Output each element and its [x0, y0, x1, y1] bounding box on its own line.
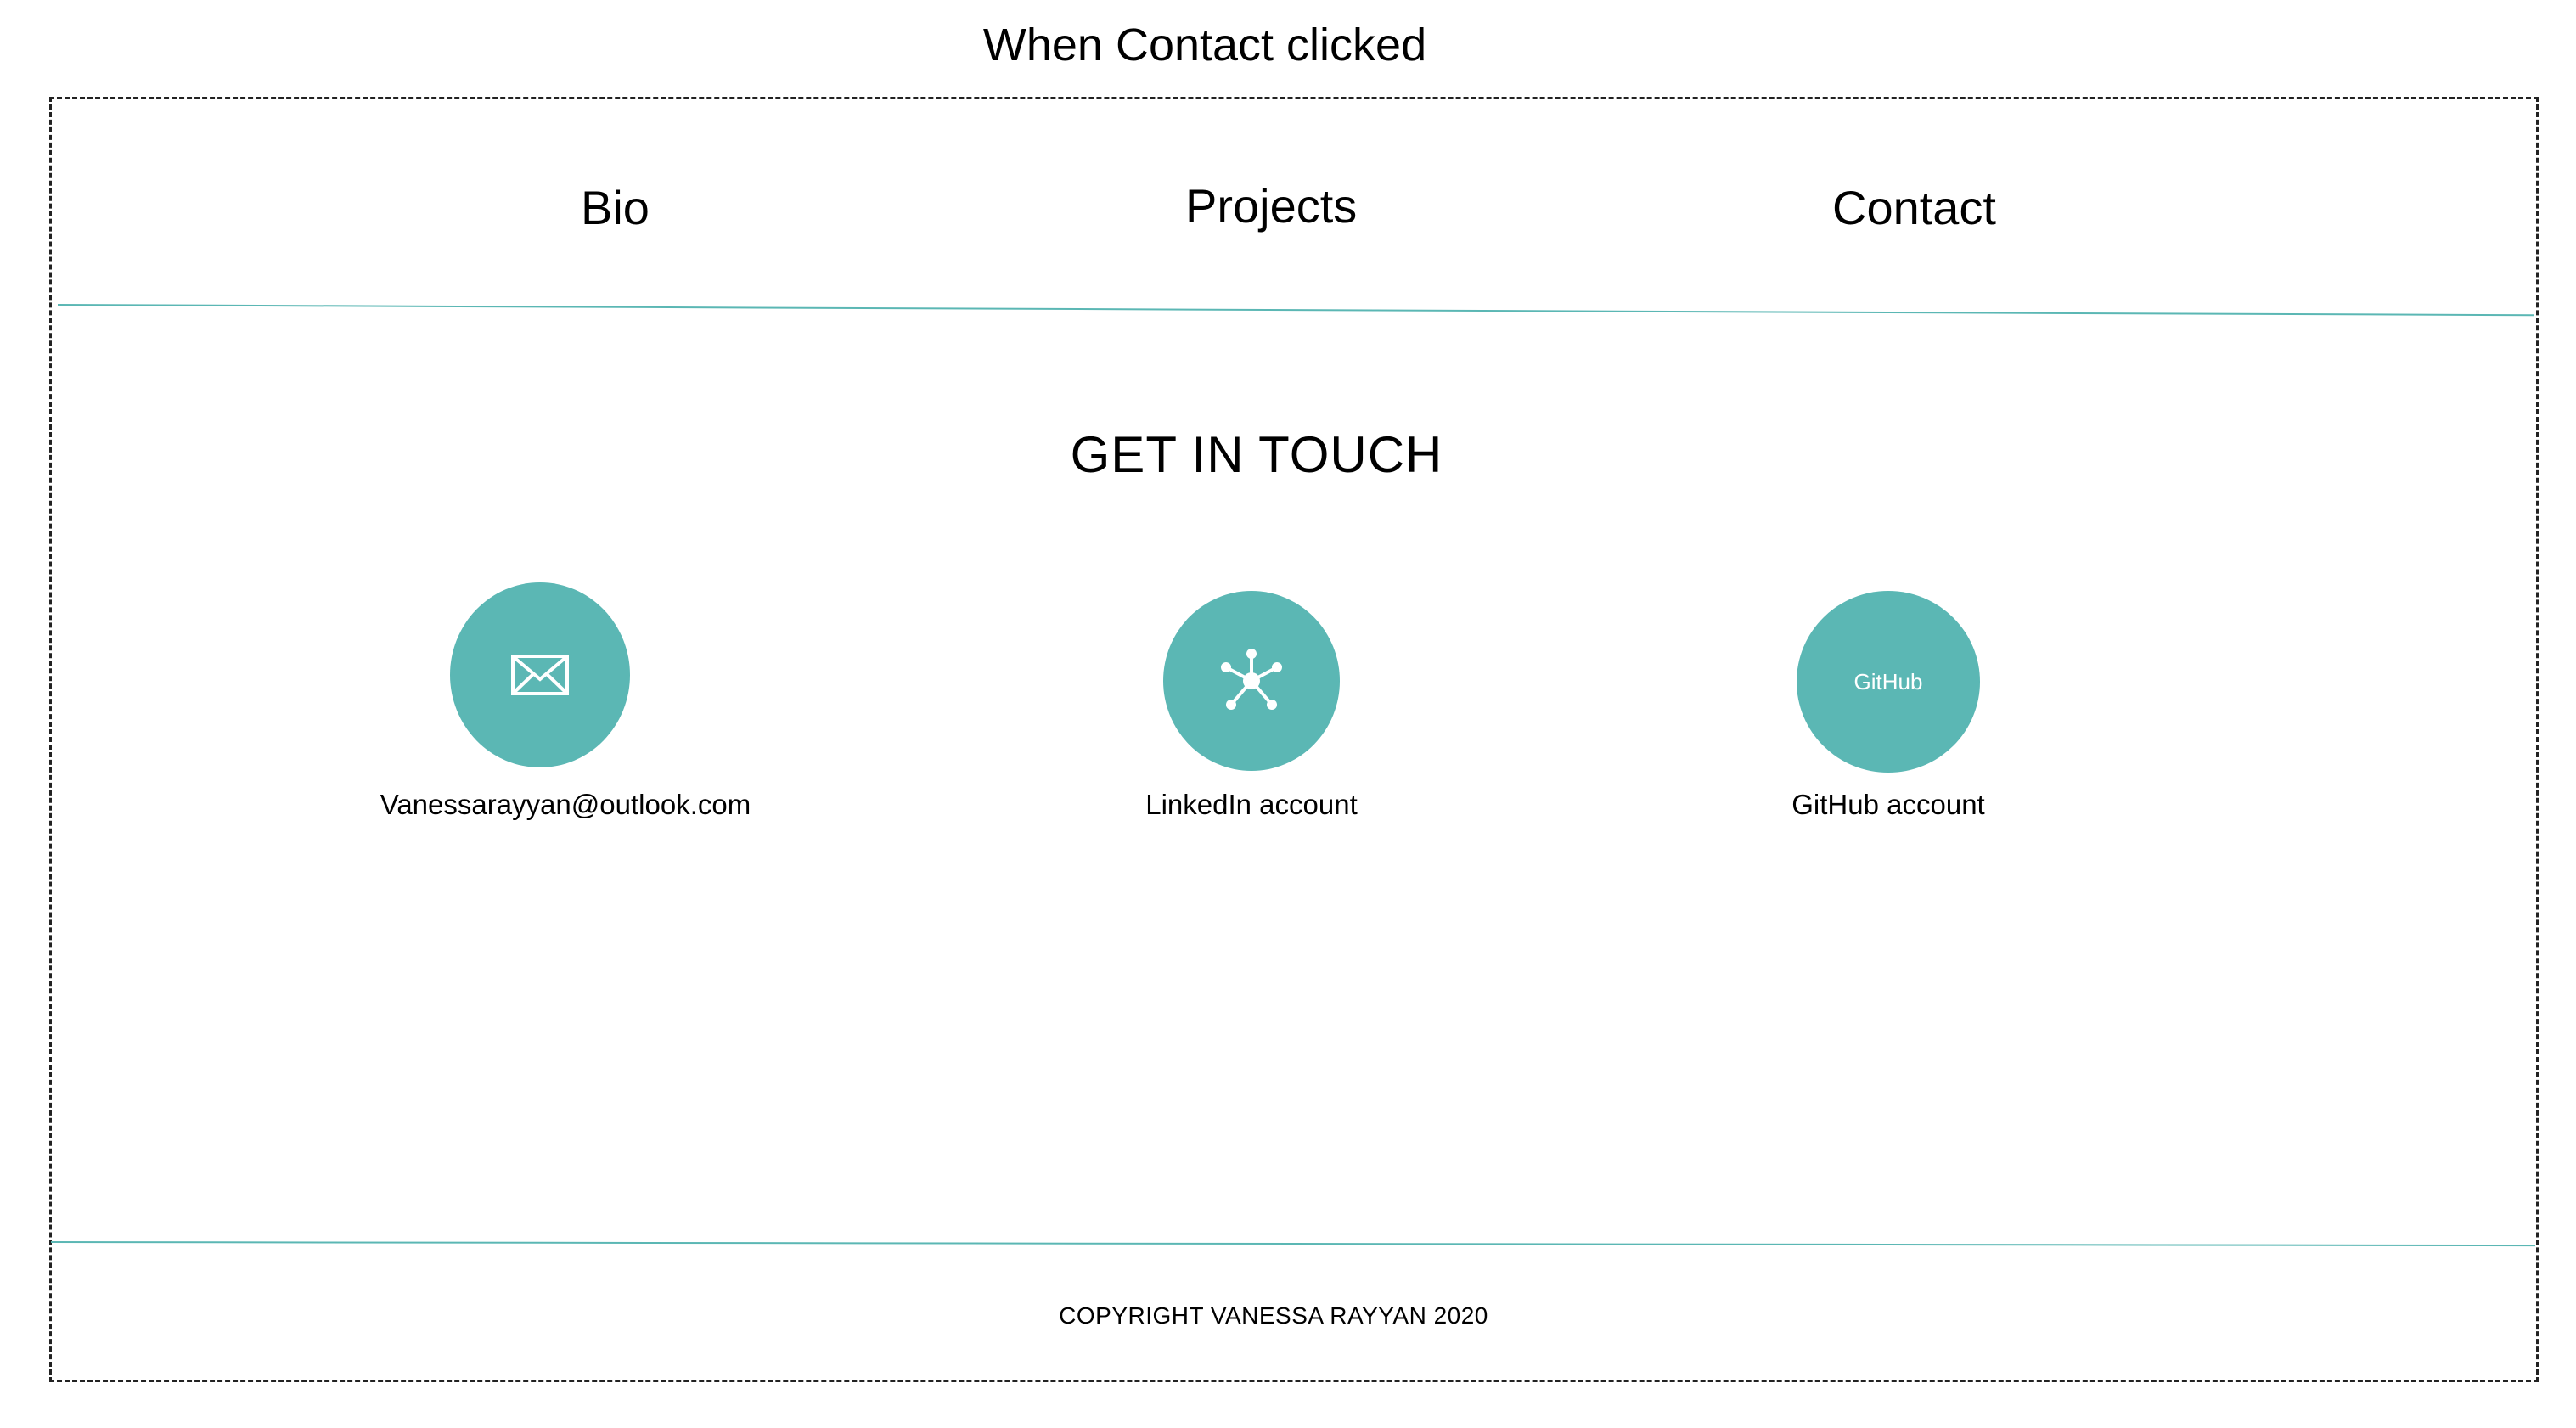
github-label[interactable]: GitHub account [1718, 786, 2058, 824]
linkedin-button[interactable] [1163, 591, 1340, 771]
page-caption: When Contact clicked [982, 20, 1427, 70]
email-label[interactable]: Vanessarayyan@outlook.com [328, 786, 803, 824]
nav-item-projects[interactable]: Projects [1185, 177, 1357, 236]
nav-item-bio[interactable]: Bio [581, 178, 650, 238]
github-icon: GitHub [1853, 669, 1923, 694]
linkedin-label[interactable]: LinkedIn account [1082, 786, 1421, 824]
footer-copyright: COPYRIGHT VANESSA RAYYAN 2020 [1059, 1302, 1488, 1329]
get-in-touch-heading: GET IN TOUCH [1070, 426, 1443, 483]
email-button[interactable] [450, 582, 630, 767]
network-icon [1221, 649, 1282, 710]
envelope-icon [511, 655, 569, 695]
nav-item-contact[interactable]: Contact [1832, 178, 1996, 238]
github-button[interactable]: GitHub [1797, 591, 1980, 773]
